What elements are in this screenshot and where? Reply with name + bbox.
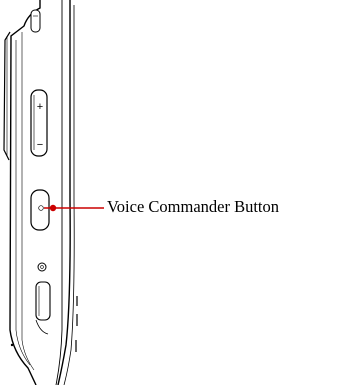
voice-commander-label: Voice Commander Button (107, 197, 280, 216)
lanyard-hole (37, 262, 47, 272)
volume-up-symbol: + (37, 101, 43, 113)
stylus-slot (30, 9, 41, 33)
memory-card-slot (35, 281, 51, 321)
device-side-view-diagram: + − (3, 0, 104, 385)
volume-down-symbol: − (37, 139, 43, 151)
callout-dot (49, 204, 57, 212)
bottom-mark (10, 343, 14, 347)
